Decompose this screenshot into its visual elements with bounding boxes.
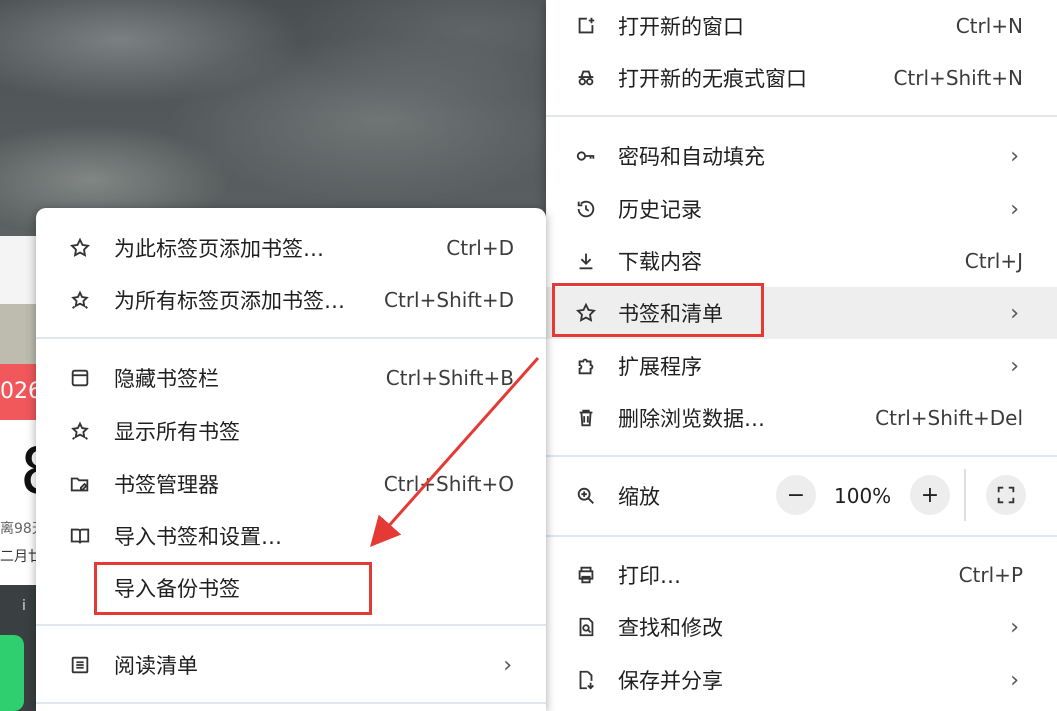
menu-item-label: 书签管理器: [114, 473, 219, 497]
shortcut-text: Ctrl+Shift+Del: [875, 406, 1023, 430]
menu-item-label: 历史记录: [618, 198, 702, 222]
star-icon: [68, 236, 92, 260]
shortcut-text: Ctrl+P: [958, 563, 1023, 587]
chevron-right-icon: ›: [1010, 143, 1019, 169]
menu-separator: [546, 115, 1057, 117]
new-window-icon: [574, 14, 598, 38]
highlight-box-bookmarks: [552, 283, 764, 337]
stars-icon: [68, 419, 92, 443]
submenu-item-reading-list[interactable]: 阅读清单 ›: [36, 639, 546, 691]
menu-separator: [36, 337, 546, 339]
list-icon: [68, 653, 92, 677]
menu-item-passwords[interactable]: 密码和自动填充 ›: [546, 130, 1057, 182]
stars-icon: [68, 288, 92, 312]
menu-item-downloads[interactable]: 下载内容 Ctrl+J: [546, 235, 1057, 287]
menu-item-incognito[interactable]: 打开新的无痕式窗口 Ctrl+Shift+N: [546, 52, 1057, 104]
menu-item-history[interactable]: 历史记录 ›: [546, 183, 1057, 235]
shortcut-text: Ctrl+Shift+D: [384, 288, 514, 312]
menu-item-label: 缩放: [618, 485, 660, 509]
menu-item-label: 删除浏览数据…: [618, 407, 765, 431]
menu-item-label: 导入书签和设置…: [114, 525, 282, 549]
menu-item-extensions[interactable]: 扩展程序 ›: [546, 340, 1057, 392]
zoom-out-button[interactable]: −: [776, 475, 816, 515]
menu-item-label: 阅读清单: [114, 654, 198, 678]
highlight-box-import-backup: [94, 562, 372, 615]
menu-item-label: 为此标签页添加书签…: [114, 237, 324, 261]
shortcut-text: Ctrl+D: [446, 236, 514, 260]
download-icon: [574, 249, 598, 273]
shortcut-text: Ctrl+J: [964, 249, 1023, 273]
menu-item-clear-browsing-data[interactable]: 删除浏览数据… Ctrl+Shift+Del: [546, 392, 1057, 444]
submenu-item-add-bookmark[interactable]: 为此标签页添加书签… Ctrl+D: [36, 222, 546, 274]
menu-separator: [546, 535, 1057, 537]
save-share-icon: [574, 668, 598, 692]
zoom-in-button[interactable]: +: [910, 475, 950, 515]
submenu-item-add-all-bookmarks[interactable]: 为所有标签页添加书签… Ctrl+Shift+D: [36, 274, 546, 326]
menu-item-label: 打开新的窗口: [618, 15, 744, 39]
zoom-divider: [964, 469, 966, 521]
background-green-button[interactable]: [0, 635, 24, 711]
shortcut-text: Ctrl+Shift+N: [893, 66, 1023, 90]
menu-item-label: 为所有标签页添加书签…: [114, 289, 345, 313]
submenu-item-bookmark-manager[interactable]: 书签管理器 Ctrl+Shift+O: [36, 458, 546, 510]
menu-item-label: 隐藏书签栏: [114, 367, 219, 391]
menu-item-new-window[interactable]: 打开新的窗口 Ctrl+N: [546, 0, 1057, 52]
fullscreen-button[interactable]: [986, 475, 1026, 515]
menu-separator: [36, 624, 546, 626]
chevron-right-icon: ›: [1010, 353, 1019, 379]
menu-item-label: 显示所有书签: [114, 420, 240, 444]
background-text: i: [22, 598, 26, 614]
menu-item-label: 打印…: [618, 564, 681, 588]
fullscreen-icon: [997, 486, 1015, 504]
submenu-item-import-bookmarks[interactable]: 导入书签和设置…: [36, 510, 546, 562]
menu-separator: [546, 455, 1057, 457]
menu-item-find-and-edit[interactable]: 查找和修改 ›: [546, 601, 1057, 653]
book-icon: [68, 524, 92, 548]
folder-icon: [68, 472, 92, 496]
chevron-right-icon: ›: [503, 652, 512, 678]
trash-icon: [574, 406, 598, 430]
shortcut-text: Ctrl+Shift+O: [383, 472, 514, 496]
bookmark-bar-icon: [68, 366, 92, 390]
menu-separator: [36, 702, 546, 704]
submenu-item-hide-bookmark-bar[interactable]: 隐藏书签栏 Ctrl+Shift+B: [36, 352, 546, 404]
chevron-right-icon: ›: [1010, 196, 1019, 222]
print-icon: [574, 563, 598, 587]
chevron-right-icon: ›: [1010, 614, 1019, 640]
submenu-item-show-all-bookmarks[interactable]: 显示所有书签: [36, 405, 546, 457]
browser-main-menu: 打开新的窗口 Ctrl+N 打开新的无痕式窗口 Ctrl+Shift+N 密码和…: [546, 0, 1057, 711]
zoom-icon: [574, 484, 598, 508]
bookmarks-submenu: 为此标签页添加书签… Ctrl+D 为所有标签页添加书签… Ctrl+Shift…: [36, 208, 546, 711]
menu-item-label: 打开新的无痕式窗口: [618, 67, 807, 91]
menu-item-label: 密码和自动填充: [618, 145, 765, 169]
background-year-badge: 026: [0, 364, 40, 420]
menu-item-label: 扩展程序: [618, 355, 702, 379]
menu-item-label: 下载内容: [618, 250, 702, 274]
chevron-right-icon: ›: [1010, 300, 1019, 326]
menu-item-save-and-share[interactable]: 保存并分享 ›: [546, 654, 1057, 706]
menu-item-label: 保存并分享: [618, 669, 723, 693]
puzzle-icon: [574, 354, 598, 378]
shortcut-text: Ctrl+N: [955, 14, 1023, 38]
menu-item-print[interactable]: 打印… Ctrl+P: [546, 549, 1057, 601]
key-icon: [574, 144, 598, 168]
history-icon: [574, 197, 598, 221]
incognito-icon: [574, 66, 598, 90]
zoom-level: 100%: [834, 484, 892, 508]
chevron-right-icon: ›: [1010, 667, 1019, 693]
shortcut-text: Ctrl+Shift+B: [385, 366, 514, 390]
menu-item-label: 查找和修改: [618, 616, 723, 640]
find-icon: [574, 615, 598, 639]
